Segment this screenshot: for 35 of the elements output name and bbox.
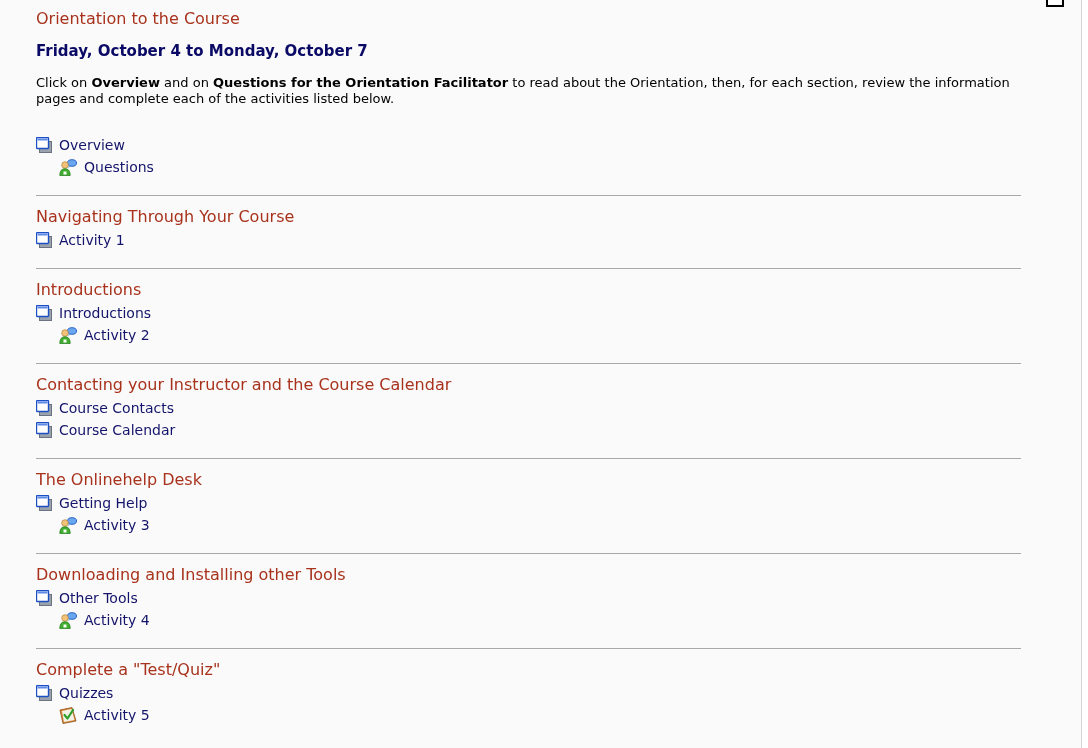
content-link[interactable]: Activity 4 xyxy=(84,611,150,629)
stacked-windows-icon xyxy=(36,422,52,438)
content-link[interactable]: Getting Help xyxy=(59,494,148,512)
stacked-windows-icon xyxy=(36,685,52,701)
content-link[interactable]: Introductions xyxy=(59,304,152,322)
person-speech-bubble-icon xyxy=(59,611,77,629)
section-heading: Introductions xyxy=(36,279,143,301)
content-link[interactable]: Other Tools xyxy=(59,589,138,607)
person-speech-bubble-icon xyxy=(59,516,77,534)
content-link[interactable]: Questions xyxy=(84,158,154,176)
section-heading: Orientation to the Course xyxy=(36,8,241,30)
stacked-windows-icon xyxy=(36,590,52,606)
stacked-windows-icon xyxy=(36,400,52,416)
stacked-windows-icon xyxy=(36,305,52,321)
section-heading: Complete a "Test/Quiz" xyxy=(36,659,222,681)
checklist-icon xyxy=(59,706,77,724)
content-link[interactable]: Activity 3 xyxy=(84,516,150,534)
content-link[interactable]: Overview xyxy=(59,136,125,154)
instructions-paragraph: Click on Overview and on Questions for the Orientation Facilitator to read about the Orientation, then, for each section, review the information pages and complete each of the activities listed below. xyxy=(36,75,1011,107)
content-link[interactable]: Activity 2 xyxy=(84,326,150,344)
content-link[interactable]: Activity 5 xyxy=(84,706,150,724)
section-heading: Downloading and Installing other Tools xyxy=(36,564,347,586)
section-heading: The Onlinehelp Desk xyxy=(36,469,203,491)
section-heading: Contacting your Instructor and the Course Calendar xyxy=(36,374,453,396)
content-link[interactable]: Course Calendar xyxy=(59,421,176,439)
content-link[interactable]: Course Contacts xyxy=(59,399,175,417)
section-heading: Navigating Through Your Course xyxy=(36,206,296,228)
content-link[interactable]: Quizzes xyxy=(59,684,114,702)
stacked-windows-icon xyxy=(36,232,52,248)
person-speech-bubble-icon xyxy=(59,326,77,344)
date-range-heading: Friday, October 4 to Monday, October 7 xyxy=(36,41,369,61)
content-link[interactable]: Activity 1 xyxy=(59,231,125,249)
stacked-windows-icon xyxy=(36,137,52,153)
person-speech-bubble-icon xyxy=(59,158,77,176)
stacked-windows-icon xyxy=(36,495,52,511)
